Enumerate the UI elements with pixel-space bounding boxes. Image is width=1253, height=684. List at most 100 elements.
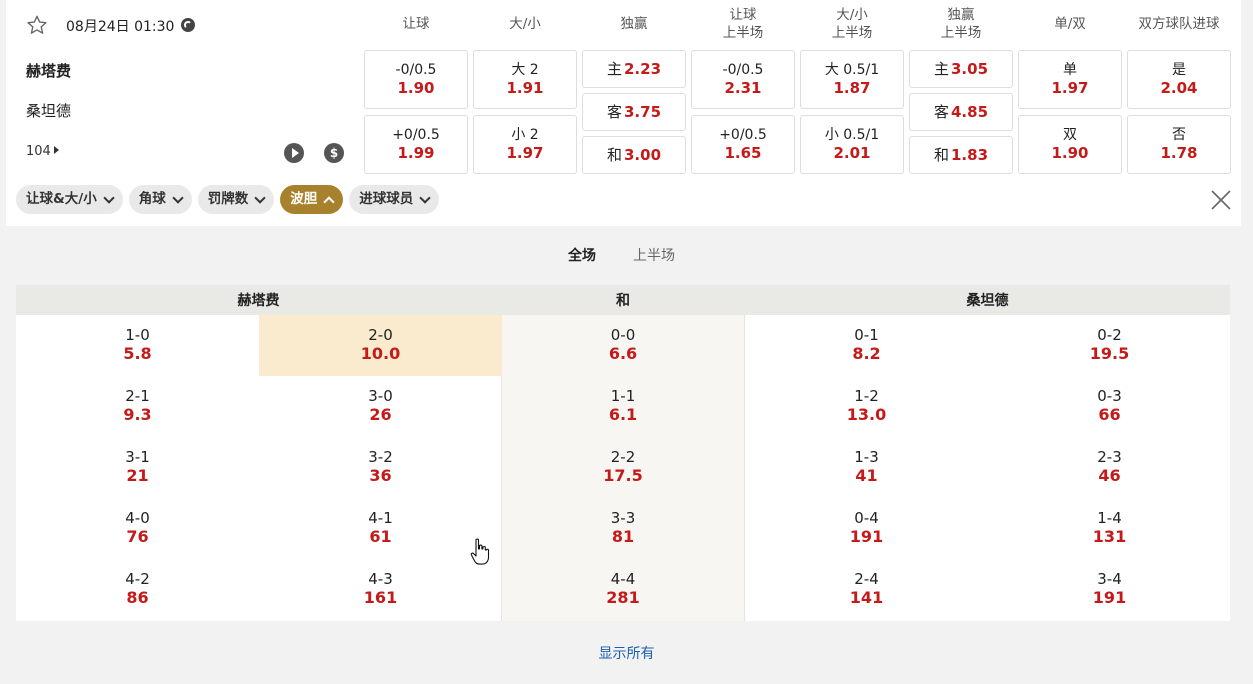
odds-value: 1.99 [397, 144, 435, 162]
score-cell-4-1[interactable]: 4-1 61 [259, 498, 502, 559]
show-all-link[interactable]: 显示所有 [0, 643, 1253, 663]
chip-correct-score[interactable]: 波胆 [280, 185, 344, 214]
score-odds: 36 [369, 466, 392, 485]
score-cell-2-1[interactable]: 2-1 9.3 [16, 376, 259, 437]
score-cell-4-3[interactable]: 4-3 161 [259, 559, 502, 620]
score-cell-1-3[interactable]: 1-3 41 [745, 437, 988, 498]
odds-label: 双 [1063, 127, 1077, 143]
odds-cell-moneyline-1h-2[interactable]: 和 1.83 [909, 136, 1013, 174]
odds-cell-over-under-1[interactable]: 小 2 1.97 [473, 115, 577, 174]
score-odds: 13.0 [846, 405, 887, 424]
score-cell-3-1[interactable]: 3-1 21 [16, 437, 259, 498]
more-markets-link[interactable]: 104 [26, 144, 59, 159]
score-cell-3-2[interactable]: 3-2 36 [259, 437, 502, 498]
odds-cell-handicap-1h-0[interactable]: -0/0.5 2.31 [691, 50, 795, 109]
score-cell-0-3[interactable]: 0-3 66 [988, 376, 1231, 437]
score-cell-1-4[interactable]: 1-4 131 [988, 498, 1231, 559]
score-label: 0-1 [854, 326, 879, 344]
odds-cell-handicap-1[interactable]: +0/0.5 1.99 [364, 115, 468, 174]
score-label: 2-0 [368, 326, 393, 344]
score-odds: 10.0 [360, 344, 401, 363]
odds-cell-moneyline-1h-0[interactable]: 主 3.05 [909, 50, 1013, 88]
odds-cell-moneyline-1h-1[interactable]: 客 4.85 [909, 93, 1013, 131]
match-datetime: 08月24日 01:30 [66, 19, 175, 35]
odds-label: +0/0.5 [392, 127, 440, 143]
odds-cell-both-teams-score-1[interactable]: 否 1.78 [1127, 115, 1231, 174]
score-label: 2-3 [1097, 448, 1122, 466]
cashout-icon[interactable]: $ [324, 143, 344, 163]
odds-cell-moneyline-2[interactable]: 和 3.00 [582, 136, 686, 174]
col-header-over-under: 大/小 [509, 16, 541, 32]
odds-value: 3.75 [624, 103, 662, 121]
chevron-up-icon [323, 195, 335, 208]
correct-score-body: 1-0 5.8 2-0 10.0 0-0 6.6 0-1 8.2 0-2 19.5 2-1 9.3 3-… [16, 315, 1230, 621]
score-cell-2-0[interactable]: 2-0 10.0 [259, 315, 502, 376]
caret-right-icon [53, 146, 59, 154]
correct-score-table: 赫塔费 和 桑坦德 1-0 5.8 2-0 10.0 0-0 6.6 0-1 8.2 0-2 19… [16, 285, 1230, 621]
star-icon[interactable] [26, 14, 48, 36]
odds-cell-both-teams-score-0[interactable]: 是 2.04 [1127, 50, 1231, 109]
score-cell-0-2[interactable]: 0-2 19.5 [988, 315, 1231, 376]
score-cell-2-3[interactable]: 2-3 46 [988, 437, 1231, 498]
col-header-both-teams-score: 双方球队进球 [1138, 16, 1220, 32]
header-away: 桑坦德 [966, 293, 1009, 309]
chip-cards[interactable]: 罚牌数 [197, 185, 275, 214]
score-label: 3-2 [368, 448, 393, 466]
odds-cell-handicap-0[interactable]: -0/0.5 1.90 [364, 50, 468, 109]
odds-cell-over-under-1h-1[interactable]: 小 0.5/1 2.01 [800, 115, 904, 174]
score-cell-1-1[interactable]: 1-1 6.1 [501, 376, 745, 437]
odds-cell-odd-even-1[interactable]: 双 1.90 [1018, 115, 1122, 174]
score-cell-0-4[interactable]: 0-4 191 [745, 498, 988, 559]
play-icon[interactable] [284, 143, 304, 163]
odds-label: 大 2 [511, 62, 539, 78]
score-odds: 17.5 [603, 466, 643, 485]
score-cell-1-0[interactable]: 1-0 5.8 [16, 315, 259, 376]
odds-cell-moneyline-1[interactable]: 客 3.75 [582, 93, 686, 131]
tab-first-half[interactable]: 上半场 [633, 245, 675, 265]
odds-cell-handicap-1h-1[interactable]: +0/0.5 1.65 [691, 115, 795, 174]
odds-value: 1.83 [951, 146, 989, 164]
score-cell-4-2[interactable]: 4-2 86 [16, 559, 259, 620]
score-label: 1-1 [610, 387, 636, 405]
correct-score-header: 赫塔费 和 桑坦德 [16, 285, 1230, 315]
score-cell-3-3[interactable]: 3-3 81 [501, 498, 745, 559]
odds-value: 1.97 [506, 144, 544, 162]
chip-corners[interactable]: 角球 [128, 185, 192, 214]
score-label: 2-1 [125, 387, 150, 405]
close-icon[interactable] [1210, 189, 1232, 211]
score-cell-0-0[interactable]: 0-0 6.6 [501, 315, 745, 376]
hand-cursor-icon [470, 538, 490, 565]
tab-full-time[interactable]: 全场 [568, 245, 596, 265]
odds-label: 小 0.5/1 [824, 127, 880, 143]
score-cell-4-4[interactable]: 4-4 281 [501, 559, 745, 620]
odds-label: -0/0.5 [395, 62, 437, 78]
score-cell-2-2[interactable]: 2-2 17.5 [501, 437, 745, 498]
odds-label: 主 [933, 60, 949, 78]
score-odds: 131 [1092, 527, 1127, 546]
score-odds: 6.6 [608, 344, 638, 363]
score-odds: 191 [1092, 588, 1127, 607]
chip-goalscorer[interactable]: 进球球员 [349, 185, 440, 214]
score-label: 0-4 [854, 509, 879, 527]
score-odds: 8.2 [852, 344, 881, 363]
odds-label: 否 [1172, 127, 1186, 143]
col-header-moneyline: 独赢 [620, 16, 648, 32]
odds-cell-over-under-0[interactable]: 大 2 1.91 [473, 50, 577, 109]
score-label: 4-1 [368, 509, 393, 527]
score-label: 1-0 [125, 326, 150, 344]
score-label: 3-3 [610, 509, 636, 527]
odds-cell-odd-even-0[interactable]: 单 1.97 [1018, 50, 1122, 109]
score-cell-2-4[interactable]: 2-4 141 [745, 559, 988, 620]
col-header-over-under-1h: 大/小 上半场 [831, 7, 873, 41]
score-cell-4-0[interactable]: 4-0 76 [16, 498, 259, 559]
score-cell-0-1[interactable]: 0-1 8.2 [745, 315, 988, 376]
odds-cell-moneyline-0[interactable]: 主 2.23 [582, 50, 686, 88]
chip-handicap-ou[interactable]: 让球&大/小 [16, 185, 123, 214]
score-cell-3-4[interactable]: 3-4 191 [988, 559, 1231, 620]
score-cell-1-2[interactable]: 1-2 13.0 [745, 376, 988, 437]
odds-cell-over-under-1h-0[interactable]: 大 0.5/1 1.87 [800, 50, 904, 109]
score-odds: 161 [363, 588, 398, 607]
odds-label: 单 [1063, 62, 1077, 78]
score-cell-3-0[interactable]: 3-0 26 [259, 376, 502, 437]
away-team-name: 桑坦德 [26, 102, 72, 120]
